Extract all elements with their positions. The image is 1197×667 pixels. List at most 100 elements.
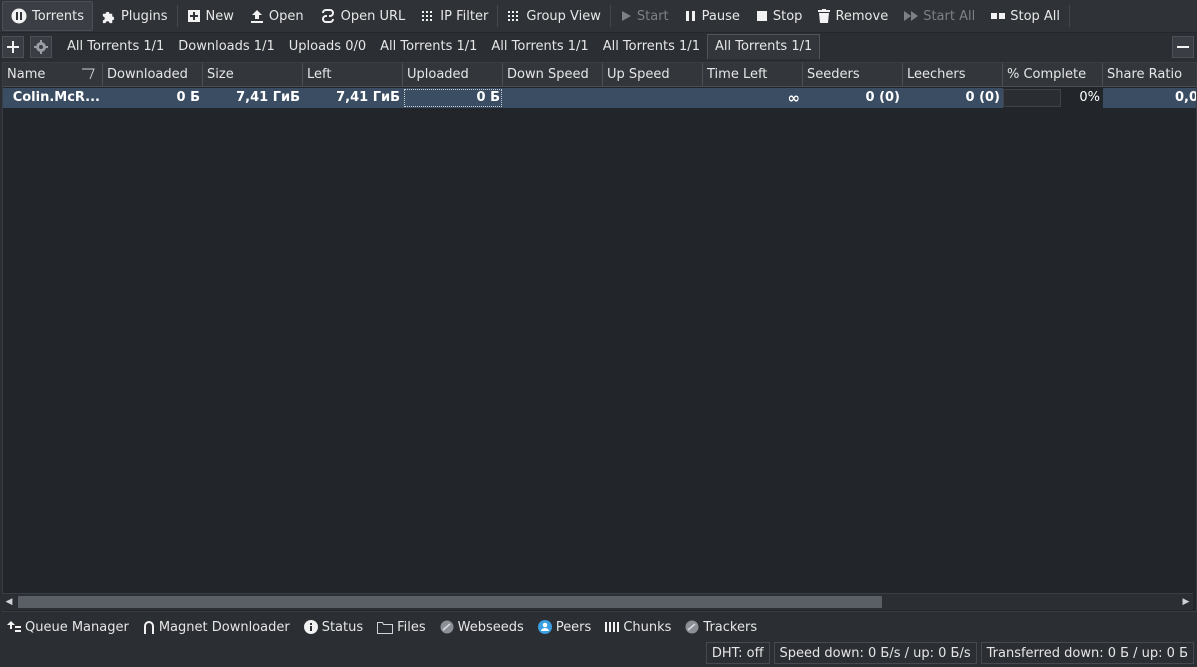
globe-icon <box>440 620 454 634</box>
column-header-label: Name <box>7 67 46 82</box>
tab-peers[interactable]: Peers <box>531 620 599 635</box>
tab-label: Magnet Downloader <box>158 619 290 635</box>
play-icon <box>621 11 631 21</box>
start-label: Start <box>636 8 669 24</box>
open-button[interactable]: Open <box>242 1 312 31</box>
stop-all-icon <box>991 13 1006 19</box>
view-tab[interactable]: Downloads 1/1 <box>171 35 281 59</box>
torrents-button[interactable]: Torrents <box>2 1 93 31</box>
sort-indicator-icon <box>82 68 95 80</box>
peers-icon <box>537 620 552 634</box>
column-header-seeders[interactable]: Seeders <box>803 63 903 87</box>
cell-complete: 0% <box>1003 88 1103 108</box>
tab-label: Trackers <box>703 619 758 635</box>
progress-percent: 0% <box>1079 90 1100 105</box>
pause-button[interactable]: Pause <box>677 1 748 31</box>
stop-icon <box>756 11 767 21</box>
start-all-label: Start All <box>923 8 976 24</box>
progress-bar <box>1003 89 1061 107</box>
column-header-share-ratio[interactable]: Share Ratio <box>1103 63 1196 87</box>
tab-webseeds[interactable]: Webseeds <box>433 620 531 635</box>
stop-all-button[interactable]: Stop All <box>983 1 1068 31</box>
upload-icon <box>250 10 263 23</box>
tab-queue-manager[interactable]: Queue Manager <box>0 620 136 635</box>
torrent-table: Name Downloaded Size Left Uploaded Down … <box>2 62 1197 612</box>
table-row[interactable]: Colin.McR... 0 Б 7,41 ГиБ 7,41 ГиБ 0 Б ∞… <box>3 88 1196 108</box>
scrollbar-thumb[interactable] <box>18 596 882 608</box>
toolbar-separator <box>609 5 611 27</box>
minus-icon <box>1177 46 1189 48</box>
group-view-button[interactable]: Group View <box>499 1 609 31</box>
tab-magnet-downloader[interactable]: Magnet Downloader <box>136 620 297 635</box>
toolbar-separator <box>176 5 178 27</box>
column-header-leechers[interactable]: Leechers <box>903 63 1003 87</box>
add-view-button[interactable] <box>2 35 24 58</box>
new-label: New <box>205 8 234 24</box>
tab-label: Webseeds <box>457 619 524 635</box>
ip-filter-icon <box>422 11 433 21</box>
horizontal-scrollbar[interactable]: ◀ ▶ <box>2 593 1193 610</box>
start-button[interactable]: Start <box>612 1 677 31</box>
group-view-label: Group View <box>526 8 601 24</box>
stop-button[interactable]: Stop <box>748 1 811 31</box>
view-tab[interactable]: All Torrents 1/1 <box>373 35 484 59</box>
column-header-left[interactable]: Left <box>303 63 403 87</box>
cell-down-speed <box>503 88 603 108</box>
torrents-label: Torrents <box>32 8 84 24</box>
trash-icon <box>818 9 831 23</box>
column-header-uploaded[interactable]: Uploaded <box>403 63 503 87</box>
link-icon <box>321 9 334 23</box>
close-view-button[interactable] <box>1172 36 1194 58</box>
scroll-left-icon[interactable]: ◀ <box>2 594 16 610</box>
remove-button[interactable]: Remove <box>810 1 896 31</box>
table-header: Name Downloaded Size Left Uploaded Down … <box>3 63 1196 87</box>
info-icon <box>303 620 318 634</box>
view-tab[interactable]: Uploads 0/0 <box>282 35 373 59</box>
tab-trackers[interactable]: Trackers <box>678 620 764 635</box>
view-tab[interactable]: All Torrents 1/1 <box>596 35 707 59</box>
puzzle-icon <box>102 11 115 23</box>
view-tab[interactable]: All Torrents 1/1 <box>60 35 171 59</box>
column-header-time-left[interactable]: Time Left <box>703 63 803 87</box>
fast-forward-icon <box>904 11 919 21</box>
column-header-complete[interactable]: % Complete <box>1003 63 1103 87</box>
cell-up-speed <box>603 88 703 108</box>
remove-label: Remove <box>835 8 889 24</box>
tab-chunks[interactable]: Chunks <box>598 620 678 635</box>
new-button[interactable]: New <box>179 1 242 31</box>
cell-name: Colin.McR... <box>3 88 103 108</box>
download-arrow-icon <box>6 97 7 99</box>
cell-size: 7,41 ГиБ <box>236 90 300 105</box>
cell-time-left: ∞ <box>787 89 801 107</box>
column-header-size[interactable]: Size <box>203 63 303 87</box>
view-tab-active[interactable]: All Torrents 1/1 <box>706 34 821 59</box>
transferred-status: Transferred down: 0 Б / up: 0 Б <box>980 642 1194 664</box>
plugins-button[interactable]: Plugins <box>93 1 176 31</box>
plugins-label: Plugins <box>120 8 168 24</box>
torrent-name: Colin.McR... <box>12 90 100 105</box>
cell-share-ratio: 0,00 <box>1175 90 1196 105</box>
speed-status: Speed down: 0 Б/s / up: 0 Б/s <box>773 642 977 664</box>
folder-icon <box>377 621 394 634</box>
pause-label: Pause <box>701 8 740 24</box>
start-all-button[interactable]: Start All <box>896 1 983 31</box>
column-header-downloaded[interactable]: Downloaded <box>103 63 203 87</box>
column-header-up-speed[interactable]: Up Speed <box>603 63 703 87</box>
view-tab[interactable]: All Torrents 1/1 <box>484 35 595 59</box>
cell-downloaded: 0 Б <box>176 90 200 105</box>
torrents-icon <box>11 8 27 24</box>
column-header-down-speed[interactable]: Down Speed <box>503 63 603 87</box>
tab-files[interactable]: Files <box>370 620 433 635</box>
tab-status[interactable]: Status <box>297 620 370 635</box>
open-url-button[interactable]: Open URL <box>312 1 414 31</box>
toolbar-separator <box>497 5 499 27</box>
open-url-label: Open URL <box>340 8 406 24</box>
status-bar: DHT: off Speed down: 0 Б/s / up: 0 Б/s T… <box>705 642 1194 664</box>
ip-filter-button[interactable]: IP Filter <box>413 1 496 31</box>
column-header-name[interactable]: Name <box>3 63 103 87</box>
scroll-right-icon[interactable]: ▶ <box>1179 594 1193 610</box>
view-settings-button[interactable] <box>30 35 52 58</box>
tab-label: Peers <box>555 619 592 635</box>
stop-all-label: Stop All <box>1010 8 1061 24</box>
cell-left: 7,41 ГиБ <box>336 90 400 105</box>
